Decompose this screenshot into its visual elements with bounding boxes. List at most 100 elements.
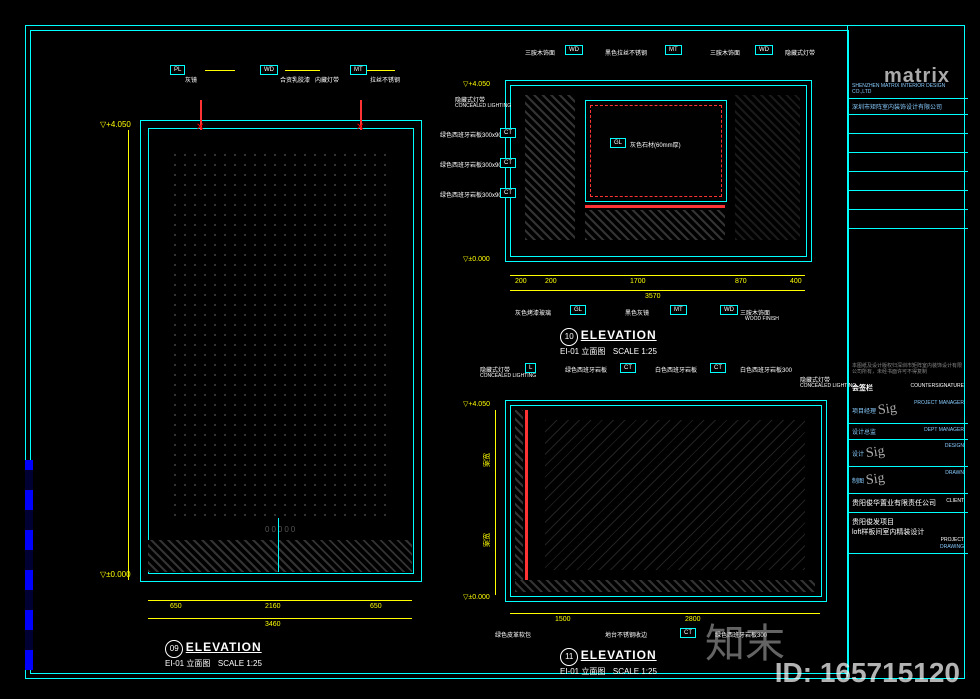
tag: GL xyxy=(570,305,586,315)
callout: 绿色西班牙岩板300x900 xyxy=(440,190,505,199)
signature-icon: Sig xyxy=(877,401,898,419)
dim-total: 3460 xyxy=(265,621,281,628)
callout: 黑色灰镜 xyxy=(625,308,649,317)
dim-total-line xyxy=(148,618,412,619)
titleblock: matrix SHENZHEN MATRIX INTERIOR DESIGN C… xyxy=(847,25,968,677)
callout-c2: 合资乳胶漆 xyxy=(280,75,310,84)
note: 本图纸及设计版权归深圳市矩阵室内装饰设计有限公司所有，未经书面许可不得复制 xyxy=(848,359,968,379)
dim-3: 650 xyxy=(370,603,382,610)
title-09: 09 ELEVATION EI-01 立面图 SCALE 1:25 xyxy=(165,640,262,669)
elev-top: ▽+4.050 xyxy=(463,80,490,88)
slot-text: 00000 xyxy=(265,525,297,534)
callout: 绿色皮革软包 xyxy=(495,630,531,639)
callout-en: WOOD FINISH xyxy=(745,316,779,322)
dim: 1700 xyxy=(630,278,646,285)
tag-pl: PL xyxy=(170,65,185,75)
scale: SCALE 1:25 xyxy=(613,667,657,676)
dim: 1500 xyxy=(555,616,571,623)
scale: SCALE 1:25 xyxy=(218,659,262,668)
callout: 隐藏式灯带 xyxy=(785,48,815,57)
elev-bot: ▽±0.000 xyxy=(463,255,490,263)
callout: 黑色拉丝不锈钢 xyxy=(605,48,647,57)
sheet-ref: EI-01 立面图 xyxy=(165,659,210,668)
client-en: CLIENT xyxy=(946,498,964,504)
dim-h xyxy=(510,275,805,276)
watermark-cn: 知末 xyxy=(705,611,785,669)
draw-label: 制图 xyxy=(852,479,864,485)
dim-h xyxy=(148,600,412,601)
title-11: 11 ELEVATION EI-01 立面图 SCALE 1:25 xyxy=(560,648,657,677)
tag: CT xyxy=(500,158,516,168)
project-en: PROJECT xyxy=(941,537,964,543)
project-2: loft样板间室内精装设计 xyxy=(852,527,964,537)
callout: 白色西班牙岩板300 xyxy=(740,365,792,374)
center-line xyxy=(278,518,279,572)
perforated-panel xyxy=(170,150,390,520)
pm-en: PROJECT MANAGER xyxy=(914,400,964,406)
watermark-id: ID: 165715120 xyxy=(775,657,960,689)
dashed-outline xyxy=(590,105,722,197)
tag: MT xyxy=(670,305,687,315)
elevation-09-panel: 00000 ✕ ✕ ▽+4.050 ▽±0.000 650 2160 650 3… xyxy=(50,40,450,660)
tag-mt: MT xyxy=(350,65,367,75)
leader xyxy=(205,70,235,71)
callout: 灰色石材(60mm厚) xyxy=(630,140,681,149)
dm-label: 设计总监 xyxy=(852,430,876,436)
draw-en: DRAWN xyxy=(945,470,964,476)
tag: CT xyxy=(500,128,516,138)
floor-hatch xyxy=(148,540,412,572)
project-1: 贵阳俊发项目 xyxy=(852,517,964,527)
view-number: 11 xyxy=(560,648,578,666)
view-title: ELEVATION xyxy=(581,648,657,662)
leader xyxy=(365,70,395,71)
elevation-11-panel: ▽+4.050 ▽±0.000 隐藏式灯带 CONCEALED LIGHTING… xyxy=(455,355,850,670)
callout: 绿色西班牙岩板300x900 xyxy=(440,160,505,169)
callout-en: CONCEALED LIGHTING xyxy=(480,373,536,379)
tag: CT xyxy=(500,188,516,198)
row xyxy=(848,172,968,191)
callout: 绿色西班牙岩板 xyxy=(565,365,607,374)
callout-en: CONCEALED LIGHTING xyxy=(455,103,511,109)
tag: CT xyxy=(710,363,726,373)
signature-icon: Sig xyxy=(865,444,886,462)
scale-bar xyxy=(25,460,33,670)
cad-canvas: 00000 ✕ ✕ ▽+4.050 ▽±0.000 650 2160 650 3… xyxy=(0,0,980,699)
client: 贵阳俊华置业有限责任公司 xyxy=(852,500,936,507)
callout: 灰色烤漆玻璃 xyxy=(515,308,551,317)
tag: CT xyxy=(620,363,636,373)
dim: 200 xyxy=(515,278,527,285)
counters-cn: 会签栏 xyxy=(852,385,873,392)
counters-en: COUNTERSIGNATURE xyxy=(910,383,964,389)
dim-v-text: 案宽 xyxy=(482,533,492,547)
tag: WD xyxy=(755,45,773,55)
brand-logo: matrix xyxy=(884,65,950,88)
callout-c4: 内藏灯带 xyxy=(315,75,339,84)
tag: GL xyxy=(610,138,626,148)
dim-total: 3570 xyxy=(645,293,661,300)
tile-panel-r xyxy=(735,95,800,240)
leader xyxy=(285,70,320,71)
row xyxy=(848,134,968,153)
row xyxy=(848,210,968,229)
callout: 三胺木饰面 xyxy=(710,48,740,57)
view-title: ELEVATION xyxy=(186,640,262,654)
tag-wd: WD xyxy=(260,65,278,75)
callout: 地台不锈钢收边 xyxy=(605,630,647,639)
des-en: DESIGN xyxy=(945,443,964,449)
callout-c1: 灰镜 xyxy=(185,75,197,84)
elev-bot: ▽±0.000 xyxy=(463,593,490,601)
tile-panel-l xyxy=(525,95,575,240)
dim: 400 xyxy=(790,278,802,285)
row xyxy=(848,115,968,134)
dim-v xyxy=(128,130,129,580)
callout: 绿色西班牙岩板300x900 xyxy=(440,130,505,139)
view-number: 09 xyxy=(165,640,183,658)
dim-2: 2160 xyxy=(265,603,281,610)
tag: WD xyxy=(720,305,738,315)
view-title: ELEVATION xyxy=(581,328,657,342)
edge-tile xyxy=(515,410,523,590)
elevation-10-panel: ▽+4.050 ▽±0.000 200 200 1700 870 400 357… xyxy=(455,40,850,350)
des-label: 设计 xyxy=(852,452,864,458)
callout: 三胺木饰面 xyxy=(525,48,555,57)
tag: L xyxy=(525,363,536,373)
